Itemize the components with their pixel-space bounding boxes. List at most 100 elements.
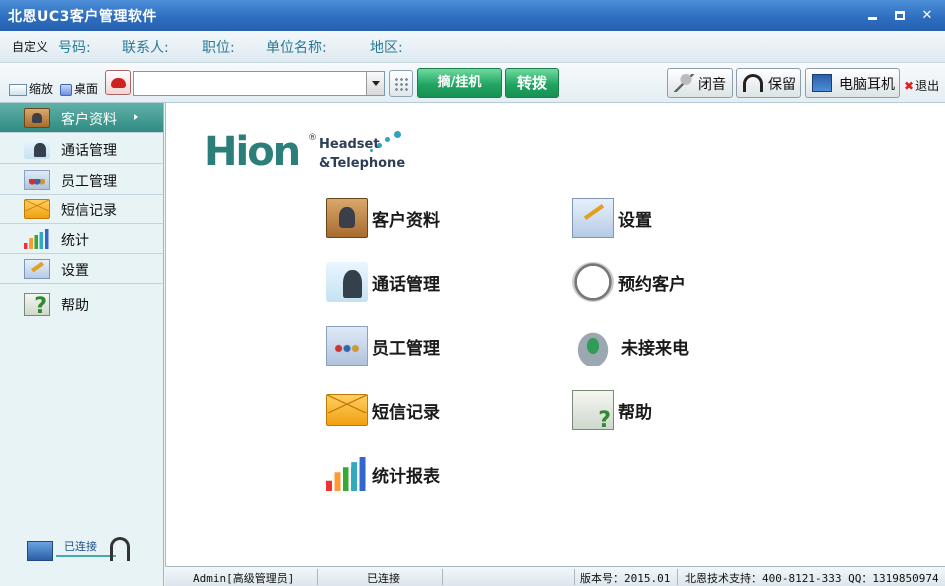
brand-logo: Hion ® Headset &Telephone [202,127,412,179]
sidebar-item-customers[interactable]: 客户资料 [0,103,163,133]
sidebar-item-statistics[interactable]: 统计 [0,224,163,254]
shrink-label: 缩放 [29,82,54,96]
hold-label: 保留 [768,77,796,93]
tile-label: 客户资料 [372,211,440,231]
maximize-icon [895,11,905,20]
desktop-button[interactable]: 桌面 [60,80,98,97]
mute-label: 闭音 [698,77,726,93]
close-icon: ✕ [921,8,933,23]
status-separator [574,569,575,585]
help-icon [24,293,50,319]
sms-icon [24,199,50,219]
shrink-icon [9,83,27,96]
tile-appointments[interactable]: 预约客户 [572,262,702,302]
phone-number-label: 号码: [58,40,91,56]
current-user: Admin[高级管理员] [193,572,295,585]
sidebar-item-help[interactable]: 帮助 [0,285,163,323]
sidebar: 客户资料 通话管理 员工管理 短信记录 统计 设置 帮助 [0,103,164,586]
window-title: 北恩UC3客户管理软件 [8,9,157,25]
statistics-icon [24,229,50,249]
tile-label: 预约客户 [618,275,686,295]
tile-label: 通话管理 [372,275,440,295]
customer-icon [326,198,368,238]
sms-icon [326,394,368,426]
desktop-icon [60,83,72,96]
sidebar-item-label: 帮助 [61,298,89,314]
logo-wordmark: Hion [204,129,301,175]
customize-link[interactable]: 自定义 [12,38,48,55]
exit-icon: ✖ [904,79,915,93]
connection-status: 已连接 [64,540,97,553]
sidebar-item-settings[interactable]: 设置 [0,254,163,284]
registered-mark: ® [308,133,317,143]
connection-line [56,555,116,557]
call-management-icon [326,262,368,302]
headset-icon [110,537,130,561]
main-panel: Hion ® Headset &Telephone 客户资料 设置 通话管理 预… [165,103,945,566]
keypad-icon [394,77,408,91]
transfer-button[interactable]: 转拨 [505,68,559,98]
headphones-icon [743,74,763,92]
keypad-button[interactable] [389,70,413,97]
connection-indicator: 已连接 [22,533,137,573]
status-separator [317,569,318,585]
sidebar-item-label: 统计 [61,233,89,249]
dial-number-input[interactable] [133,71,385,96]
sidebar-item-label: 短信记录 [61,203,117,219]
sidebar-item-label: 设置 [61,263,89,279]
exit-label: 退出 [915,79,940,93]
position-label: 职位: [202,40,235,56]
sidebar-item-sms[interactable]: 短信记录 [0,194,163,224]
status-separator [677,569,678,585]
tile-missed-calls[interactable]: 未接来电 [572,326,707,366]
pickup-hangup-button[interactable]: 摘/挂机 [417,68,502,98]
help-icon [572,390,614,433]
staff-icon [326,326,368,366]
close-button[interactable]: ✕ [917,7,937,25]
exit-button[interactable]: ✖退出 [904,77,939,94]
minimize-button[interactable] [862,7,882,25]
mute-button[interactable]: 闭音 [667,68,733,98]
support-info: 北恩技术支持：400-8121-333 QQ：1319850974 [685,572,939,585]
settings-icon [572,198,614,238]
logo-line-2: &Telephone [319,156,406,171]
alarm-clock-icon [572,262,614,302]
tile-sms[interactable]: 短信记录 [326,390,456,430]
chevron-down-icon [372,81,380,86]
tile-label: 设置 [618,211,652,231]
computer-icon [812,74,832,92]
chevron-right-icon [134,114,138,120]
microphone-icon [674,74,694,92]
tile-statistics[interactable]: 统计报表 [326,454,456,494]
dial-history-dropdown[interactable] [366,72,384,95]
tile-label: 员工管理 [372,339,440,359]
sidebar-item-calls[interactable]: 通话管理 [0,134,163,164]
maximize-button[interactable] [890,7,910,25]
tile-help[interactable]: 帮助 [572,390,662,433]
pc-headset-button[interactable]: 电脑耳机 [805,68,900,98]
tile-label: 统计报表 [372,467,440,487]
sidebar-item-staff[interactable]: 员工管理 [0,165,163,195]
company-label: 单位名称: [266,40,327,56]
tile-label: 短信记录 [372,403,440,423]
tile-staff[interactable]: 员工管理 [326,326,456,366]
hold-button[interactable]: 保留 [736,68,801,98]
tile-label: 未接来电 [621,339,689,359]
tile-label: 帮助 [618,403,652,423]
statistics-icon [326,457,368,491]
tile-calls[interactable]: 通话管理 [326,262,456,302]
tile-customers[interactable]: 客户资料 [326,198,456,238]
tile-settings[interactable]: 设置 [572,198,662,238]
missed-call-icon [572,326,614,366]
contact-label: 联系人: [122,40,169,56]
shrink-button[interactable]: 缩放 [9,80,53,97]
region-label: 地区: [370,40,403,56]
app-window: 北恩UC3客户管理软件 ✕ 自定义 号码: 联系人: 职位: 单位名称: 地区:… [0,0,945,586]
telephone-icon [111,78,126,88]
status-bar: Admin[高级管理员] 已连接 版本号：2015.01 北恩技术支持：400-… [165,566,945,586]
sidebar-item-label: 通话管理 [61,143,117,159]
minimize-icon [867,17,877,20]
pc-headset-label: 电脑耳机 [839,77,895,93]
desktop-label: 桌面 [74,82,99,96]
phone-button[interactable] [105,70,131,95]
